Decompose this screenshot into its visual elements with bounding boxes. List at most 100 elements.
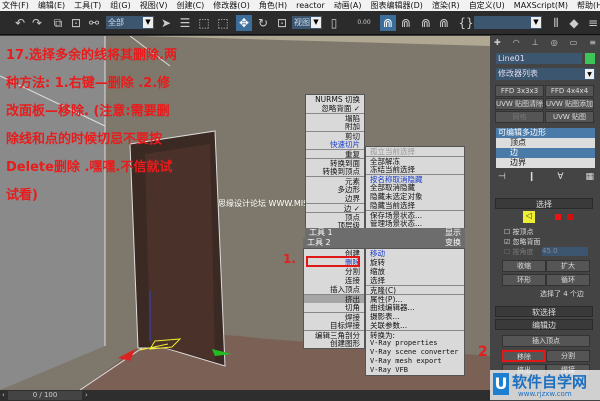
configure-sets-icon[interactable]: ▦ bbox=[585, 172, 594, 182]
menu-item[interactable]: 文件(F) bbox=[2, 0, 29, 11]
quad-menu-item[interactable]: 选择 bbox=[366, 276, 464, 285]
element-mode-icon[interactable] bbox=[567, 214, 573, 220]
quad-menu-item[interactable]: 插入顶点 bbox=[304, 285, 364, 294]
quad-menu-item[interactable]: 按名称取消隐藏 bbox=[366, 174, 464, 183]
by-angle-checkbox[interactable]: ☐ 按角度 bbox=[504, 247, 534, 257]
split-button[interactable]: 分割 bbox=[546, 350, 590, 362]
quad-menu-item[interactable]: V-Ray scene converter bbox=[366, 348, 464, 357]
quad-menu-item[interactable]: 挤出 bbox=[304, 294, 364, 303]
bind-space-warp-icon[interactable]: ⚯ bbox=[86, 15, 102, 31]
quad-menu-item[interactable]: 孤立当前选择 bbox=[366, 147, 464, 156]
insert-vertex-button[interactable]: 插入顶点 bbox=[502, 335, 590, 347]
ignore-backfacing-checkbox[interactable]: ☑ 忽略背面 bbox=[504, 237, 541, 247]
layers-icon[interactable]: ≡ bbox=[585, 15, 600, 31]
next-frame-icon[interactable]: › bbox=[85, 391, 88, 399]
menu-item[interactable]: 修改器(O) bbox=[213, 0, 250, 11]
window-crossing-icon[interactable]: ⬚ bbox=[215, 15, 231, 31]
unlink-icon[interactable]: ⊡ bbox=[68, 15, 84, 31]
ffd3-button[interactable]: FFD 3x3x3 bbox=[495, 85, 544, 97]
menu-item[interactable]: 视图(V) bbox=[140, 0, 168, 11]
edge-mode-icon[interactable]: ◁ bbox=[523, 211, 535, 223]
menu-item[interactable]: 创建(C) bbox=[176, 0, 204, 11]
quad-menu-item[interactable]: 转换到顶点 bbox=[306, 167, 364, 176]
quad-menu-item[interactable]: 隐藏当前选择 bbox=[366, 201, 464, 210]
mirror-icon[interactable]: ⫴ bbox=[548, 15, 564, 31]
quad-menu-item[interactable]: 全部取消隐藏 bbox=[366, 183, 464, 192]
remove-button[interactable]: 移除 bbox=[502, 350, 546, 362]
stack-item-vertex[interactable]: 顶点 bbox=[496, 138, 595, 148]
quad-menu-item[interactable]: 元素 bbox=[306, 176, 364, 185]
make-unique-icon[interactable]: ∀ bbox=[557, 172, 563, 182]
menu-item[interactable]: 帮助(H) bbox=[577, 0, 600, 11]
shrink-button[interactable]: 收缩 bbox=[502, 260, 546, 272]
command-panel-tabs[interactable]: ✚ ◠ ⊥ ◎ ▭ ≡ bbox=[494, 38, 596, 48]
named-selection-icon[interactable]: {} bbox=[458, 15, 474, 31]
link-icon[interactable]: ⧉ bbox=[50, 15, 66, 31]
quad-menu-item[interactable]: 剪切 bbox=[306, 131, 364, 140]
menu-item[interactable]: 编辑(E) bbox=[38, 0, 65, 11]
quad-menu-item[interactable]: 旋转 bbox=[366, 258, 464, 267]
modifier-stack[interactable]: 可编辑多边形 顶点 边 边界 bbox=[496, 128, 595, 168]
angle-snap-icon[interactable]: ⋒ bbox=[398, 15, 414, 31]
quad-menu-item[interactable]: 塌陷 bbox=[306, 113, 364, 122]
uvw-add-button[interactable]: UVW 贴图添加 bbox=[545, 98, 594, 110]
percent-snap-icon[interactable]: ⋒ bbox=[418, 15, 434, 31]
quad-menu-item[interactable]: 转换到面 bbox=[306, 158, 364, 167]
modifier-list-dropdown[interactable]: 修改器列表 ▼ bbox=[496, 68, 595, 80]
quad-menu-item[interactable]: 移动 bbox=[366, 249, 464, 258]
move-icon[interactable]: ✥ bbox=[236, 15, 252, 31]
quad-menu-item[interactable]: V-Ray VFB bbox=[366, 366, 464, 375]
quad-menu-item[interactable]: 重复 bbox=[306, 149, 364, 158]
menu-item[interactable]: 动画(A) bbox=[334, 0, 362, 11]
quad-menu-item[interactable]: 切角 bbox=[304, 303, 364, 312]
quad-menu-item[interactable]: 摄影表... bbox=[366, 312, 464, 321]
select-by-name-icon[interactable]: ☰ bbox=[177, 15, 193, 31]
menu-item[interactable]: 角色(H) bbox=[259, 0, 287, 11]
quad-menu-item[interactable]: 多边形 bbox=[306, 185, 364, 194]
menu-item[interactable]: 渲染(R) bbox=[432, 0, 460, 11]
redo-icon[interactable]: ↷ bbox=[29, 15, 45, 31]
prev-frame-icon[interactable]: ‹ bbox=[2, 391, 5, 399]
edit-edges-rollout[interactable]: 编辑边 bbox=[495, 319, 593, 330]
quad-menu-item[interactable]: 隐藏未选定对象 bbox=[366, 192, 464, 201]
quad-menu-item[interactable]: 顶点 bbox=[306, 212, 364, 221]
quad-menu-item[interactable]: 边界 bbox=[306, 194, 364, 203]
loop-button[interactable]: 循环 bbox=[546, 274, 590, 286]
quad-menu-item[interactable]: 曲线编辑器... bbox=[366, 303, 464, 312]
select-rollout[interactable]: 选择 bbox=[495, 198, 593, 209]
select-icon[interactable]: ➤ bbox=[158, 15, 174, 31]
border-mode-icon[interactable] bbox=[555, 214, 561, 220]
quad-menu-item[interactable]: 缩放 bbox=[366, 267, 464, 276]
soft-selection-rollout[interactable]: 软选择 bbox=[495, 306, 593, 317]
quad-menu-item[interactable]: 连接 bbox=[304, 276, 364, 285]
undo-icon[interactable]: ↶ bbox=[12, 15, 28, 31]
quad-menu-item[interactable]: 转换为: bbox=[366, 330, 464, 339]
object-name-field[interactable]: Line01 bbox=[496, 53, 582, 64]
quad-menu-item[interactable]: 冻结当前选择 bbox=[366, 165, 464, 174]
quad-menu-item[interactable]: 克隆(C) bbox=[366, 285, 464, 294]
menu-item[interactable]: 工具(T) bbox=[74, 0, 101, 11]
stack-item-edge[interactable]: 边 bbox=[496, 148, 595, 158]
spinner-snap-icon[interactable]: 0.00 bbox=[356, 15, 372, 31]
uvw-map-button[interactable]: UVW 贴图 bbox=[545, 111, 594, 123]
stack-item-border[interactable]: 边界 bbox=[496, 158, 595, 168]
angle-spinner[interactable]: 45.0 bbox=[542, 247, 588, 256]
quad-menu-item[interactable]: 快速切片 bbox=[306, 140, 364, 149]
reference-coord-dropdown[interactable]: 视图 ▼ bbox=[292, 16, 322, 29]
snap-toggle-icon[interactable]: ⋒ bbox=[380, 15, 396, 31]
menu-item[interactable]: 自定义(U) bbox=[469, 0, 505, 11]
ffd4-button[interactable]: FFD 4x4x4 bbox=[545, 85, 594, 97]
menu-item[interactable]: MAXScript(M) bbox=[514, 0, 568, 11]
time-slider[interactable]: ‹ 0 / 100 › bbox=[0, 390, 490, 401]
scale-icon[interactable]: ⊡ bbox=[274, 15, 290, 31]
rotate-icon[interactable]: ↻ bbox=[255, 15, 271, 31]
quad-menu-item[interactable]: 焊接 bbox=[304, 312, 364, 321]
quad-menu-item[interactable]: 创建图形 bbox=[304, 339, 364, 348]
quad-menu-item[interactable]: 忽略背面 ✓ bbox=[306, 104, 364, 113]
quad-menu-item[interactable]: 附加 bbox=[306, 122, 364, 131]
quad-menu-item[interactable]: V-Ray properties bbox=[366, 339, 464, 348]
selection-filter-dropdown[interactable]: 全部 ▼ bbox=[106, 16, 154, 29]
quad-menu-item[interactable]: NURMS 切换 bbox=[306, 95, 364, 104]
menu-item[interactable]: 图表编辑器(D) bbox=[370, 0, 422, 11]
uvw-clear-button[interactable]: UVW 贴图清除 bbox=[495, 98, 544, 110]
